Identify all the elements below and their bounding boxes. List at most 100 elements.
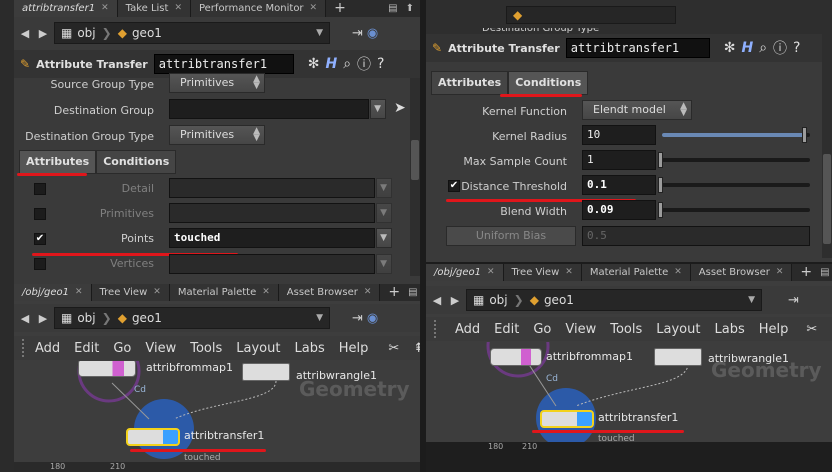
attribwrangle-node[interactable] (654, 348, 702, 366)
path-field[interactable]: ▦ obj ❯ ◆ geo1 ▼ (54, 22, 330, 44)
menu-edit[interactable]: Edit (67, 341, 106, 356)
maximize-icon[interactable]: ⬆ (406, 3, 414, 14)
back-arrow-icon[interactable]: ◀ (18, 308, 32, 328)
chevron-down-icon[interactable]: ▼ (748, 295, 755, 305)
tab-performance-monitor[interactable]: Performance Monitor ✕ (190, 0, 327, 17)
close-icon[interactable]: ✕ (262, 284, 270, 301)
scroll-thumb[interactable] (823, 154, 831, 244)
add-tab-icon[interactable]: + (326, 0, 354, 17)
forward-arrow-icon[interactable]: ▶ (36, 23, 50, 43)
tab-attributes[interactable]: Attributes (431, 71, 509, 95)
close-icon[interactable]: ✕ (174, 0, 182, 17)
info-icon[interactable]: ⓘ (773, 38, 787, 58)
menu-labs[interactable]: Labs (287, 341, 331, 356)
slider-knob[interactable] (658, 202, 663, 218)
menu-add[interactable]: Add (28, 341, 67, 356)
chevron-down-icon[interactable]: ▼ (316, 28, 323, 38)
link-icon[interactable]: ◉ (367, 26, 378, 41)
move-icon[interactable]: ⇞ (406, 341, 420, 356)
tab-attributes[interactable]: Attributes (19, 150, 97, 174)
right-network-canvas[interactable]: Geometry attribfrommap1 Cd attribwrangle… (426, 342, 832, 442)
points-checkbox[interactable]: ✔ (34, 233, 46, 245)
menu-tools[interactable]: Tools (603, 322, 649, 337)
attribwrangle-node[interactable] (242, 363, 290, 381)
vertices-checkbox[interactable] (34, 258, 46, 270)
pin-icon[interactable]: ⇥ (352, 26, 363, 41)
menu-help[interactable]: Help (332, 341, 376, 356)
close-icon[interactable]: ✕ (565, 264, 573, 281)
max-sample-count-slider[interactable] (658, 150, 810, 170)
kernel-radius-slider[interactable] (658, 125, 810, 145)
grip-handle[interactable] (22, 339, 24, 357)
scroll-thumb[interactable] (411, 140, 419, 180)
node-name-field[interactable]: attribtransfer1 (565, 38, 710, 58)
menu-labs[interactable]: Labs (707, 322, 751, 337)
tab-attribtransfer1[interactable]: attribtransfer1 ✕ (14, 0, 118, 17)
uniform-bias-toggle[interactable]: Uniform Bias (446, 226, 576, 246)
tab-tree-view[interactable]: Tree View ✕ (503, 264, 582, 281)
question-icon[interactable]: ? (377, 56, 384, 72)
source-group-type-select[interactable]: Primitives ▲ ▼ (169, 73, 265, 93)
add-tab-icon[interactable]: + (380, 284, 408, 301)
tab-conditions[interactable]: Conditions (96, 150, 177, 174)
pin-icon[interactable]: ⇥ (352, 311, 363, 326)
tab-menu-icon[interactable]: ▤ (388, 3, 397, 14)
tab-menu-icon[interactable]: ▤ (408, 287, 417, 298)
tab-conditions[interactable]: Conditions (508, 71, 589, 95)
close-icon[interactable]: ✕ (101, 0, 109, 17)
menu-layout[interactable]: Layout (649, 322, 707, 337)
gear-icon[interactable]: ✻ (308, 56, 320, 72)
vertices-field[interactable] (169, 254, 375, 274)
net-path-field[interactable]: ▦ obj ❯ ◆ geo1 ▼ (466, 289, 762, 311)
blend-width-field[interactable]: 0.09 (582, 200, 656, 220)
distance-threshold-checkbox[interactable]: ✔ (448, 180, 460, 192)
menu-edit[interactable]: Edit (487, 322, 526, 337)
tab-obj-geo1[interactable]: /obj/geo1 ✕ (14, 284, 92, 301)
help-h-icon[interactable]: H (741, 40, 753, 56)
menu-go[interactable]: Go (106, 341, 138, 356)
menu-view[interactable]: View (558, 322, 603, 337)
net-path-field[interactable]: ▦ obj ❯ ◆ geo1 ▼ (54, 307, 330, 329)
attribtransfer-node[interactable] (126, 428, 180, 446)
points-menu[interactable]: ▼ (376, 228, 392, 248)
menu-help[interactable]: Help (752, 322, 796, 337)
left-network-canvas[interactable]: Geometry attribfrommap1 Cd attribwrangle… (14, 361, 420, 472)
close-icon[interactable]: ✕ (153, 284, 161, 301)
tab-take-list[interactable]: Take List ✕ (117, 0, 191, 17)
param-scrollbar[interactable] (410, 78, 420, 276)
destination-group-type-select[interactable]: Primitives ▲ ▼ (169, 125, 265, 145)
help-h-icon[interactable]: H (325, 56, 337, 72)
detail-field[interactable] (169, 178, 375, 198)
tools-icon[interactable]: ✂ (381, 341, 406, 356)
primitives-field[interactable] (169, 203, 375, 223)
slider-knob[interactable] (658, 152, 663, 168)
right-param-scrollbar[interactable] (822, 34, 832, 258)
back-arrow-icon[interactable]: ◀ (430, 290, 444, 310)
destination-group-field[interactable] (169, 99, 369, 119)
destination-group-menu[interactable]: ▼ (370, 99, 386, 119)
detail-checkbox[interactable] (34, 183, 46, 195)
node-name-field[interactable]: attribtransfer1 (153, 54, 294, 74)
primitives-menu[interactable]: ▼ (376, 203, 392, 223)
link-icon[interactable]: ◉ (367, 311, 378, 326)
primitives-checkbox[interactable] (34, 208, 46, 220)
points-field[interactable]: touched (169, 228, 375, 248)
tab-asset-browser[interactable]: Asset Browser ✕ (278, 284, 381, 301)
vertices-menu[interactable]: ▼ (376, 254, 392, 274)
close-icon[interactable]: ✕ (75, 284, 83, 301)
select-arrow-icon[interactable]: ➤ (394, 100, 406, 116)
forward-arrow-icon[interactable]: ▶ (36, 308, 50, 328)
menu-view[interactable]: View (138, 341, 183, 356)
uniform-bias-field[interactable]: 0.5 (582, 226, 810, 246)
tab-asset-browser[interactable]: Asset Browser ✕ (690, 264, 793, 281)
menu-add[interactable]: Add (448, 322, 487, 337)
detail-menu[interactable]: ▼ (376, 178, 392, 198)
tab-material-palette[interactable]: Material Palette ✕ (581, 264, 691, 281)
max-sample-count-field[interactable]: 1 (582, 150, 656, 170)
forward-arrow-icon[interactable]: ▶ (448, 290, 462, 310)
add-tab-icon[interactable]: + (792, 264, 820, 281)
close-icon[interactable]: ✕ (776, 264, 784, 281)
search-icon[interactable]: ⌕ (343, 56, 351, 72)
attribtransfer-node[interactable] (540, 410, 594, 428)
chevron-down-icon[interactable]: ▼ (316, 313, 323, 323)
